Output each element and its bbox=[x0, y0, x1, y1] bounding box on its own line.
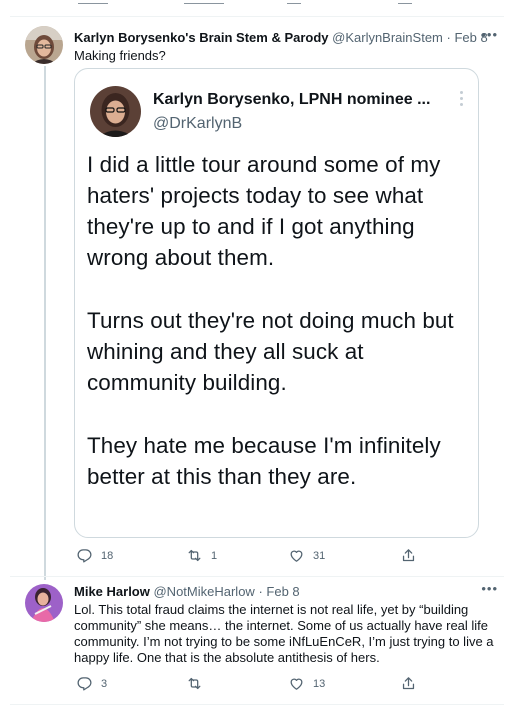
avatar[interactable] bbox=[25, 584, 63, 622]
reply-count: 3 bbox=[101, 677, 108, 690]
reply-count-clipped[interactable] bbox=[78, 0, 108, 4]
retweet-icon bbox=[188, 549, 201, 562]
previous-tweet-actions-strip: 2 1 bbox=[0, 0, 514, 16]
reply-button[interactable]: 3 bbox=[76, 675, 107, 692]
tweet-header: Mike Harlow @NotMikeHarlow · Feb 8 bbox=[74, 584, 498, 600]
avatar[interactable] bbox=[25, 26, 63, 64]
display-name[interactable]: Mike Harlow bbox=[74, 584, 150, 599]
retweet-button[interactable] bbox=[186, 675, 211, 692]
tweet-1-actions: 18 1 31 bbox=[74, 547, 434, 565]
share-button[interactable] bbox=[400, 547, 417, 564]
handle[interactable]: @NotMikeHarlow bbox=[153, 584, 254, 599]
like-count: 31 bbox=[313, 549, 326, 562]
reply-icon bbox=[77, 549, 92, 563]
reply-button[interactable]: 18 bbox=[76, 547, 113, 564]
tweet-2-actions: 3 13 bbox=[74, 675, 434, 693]
quoted-more-icon bbox=[460, 91, 464, 109]
reply-icon bbox=[77, 677, 92, 691]
retweet-count-clipped[interactable] bbox=[184, 0, 224, 4]
share-icon bbox=[402, 677, 415, 690]
retweet-count: 1 bbox=[211, 549, 218, 562]
heart-icon bbox=[290, 550, 303, 562]
divider-middle bbox=[10, 576, 504, 577]
retweet-button[interactable]: 1 bbox=[186, 547, 217, 564]
quoted-text: I did a little tour around some of my ha… bbox=[87, 149, 468, 524]
quoted-tweet-image[interactable]: Karlyn Borysenko, LPNH nominee ... @DrKa… bbox=[74, 68, 479, 538]
separator: · bbox=[258, 584, 263, 599]
avatar-image-icon bbox=[25, 26, 63, 64]
quoted-paragraph-1: I did a little tour around some of my ha… bbox=[87, 152, 441, 270]
tweet-header: Karlyn Borysenko's Brain Stem & Parody @… bbox=[74, 30, 498, 46]
quoted-avatar-image-icon bbox=[90, 86, 141, 137]
share-icon bbox=[402, 549, 415, 562]
heart-icon bbox=[290, 678, 303, 690]
tweet-text: Lol. This total fraud claims the interne… bbox=[74, 602, 494, 665]
tweet-1[interactable]: Karlyn Borysenko's Brain Stem & Parody @… bbox=[74, 28, 498, 64]
quoted-paragraph-2: Turns out they're not doing much but whi… bbox=[87, 308, 454, 395]
like-count: 13 bbox=[313, 677, 326, 690]
quoted-avatar bbox=[90, 86, 141, 137]
share-button[interactable] bbox=[400, 675, 417, 692]
separator: · bbox=[446, 30, 451, 45]
display-name[interactable]: Karlyn Borysenko's Brain Stem & Parody bbox=[74, 30, 329, 45]
reply-count: 18 bbox=[101, 549, 114, 562]
avatar-image-icon bbox=[25, 584, 63, 622]
like-button[interactable]: 13 bbox=[288, 675, 325, 692]
like-button[interactable]: 31 bbox=[288, 547, 325, 564]
handle[interactable]: @KarlynBrainStem bbox=[332, 30, 443, 45]
divider-top bbox=[10, 16, 504, 17]
tweet-text: Making friends? bbox=[74, 48, 166, 63]
quoted-handle: @DrKarlynB bbox=[153, 115, 243, 132]
quoted-paragraph-3: They hate me because I'm infinitely bett… bbox=[87, 433, 441, 489]
timestamp[interactable]: Feb 8 bbox=[266, 584, 299, 599]
retweet-icon bbox=[188, 677, 201, 690]
tweet-2[interactable]: Mike Harlow @NotMikeHarlow · Feb 8 ••• L… bbox=[74, 582, 498, 666]
more-icon[interactable]: ••• bbox=[481, 28, 498, 41]
share-clipped[interactable] bbox=[398, 0, 412, 4]
thread-line bbox=[44, 66, 46, 580]
divider-bottom bbox=[10, 704, 504, 705]
quoted-display-name: Karlyn Borysenko, LPNH nominee ... bbox=[153, 91, 431, 108]
more-icon[interactable]: ••• bbox=[481, 582, 498, 595]
like-clipped[interactable] bbox=[287, 0, 301, 4]
